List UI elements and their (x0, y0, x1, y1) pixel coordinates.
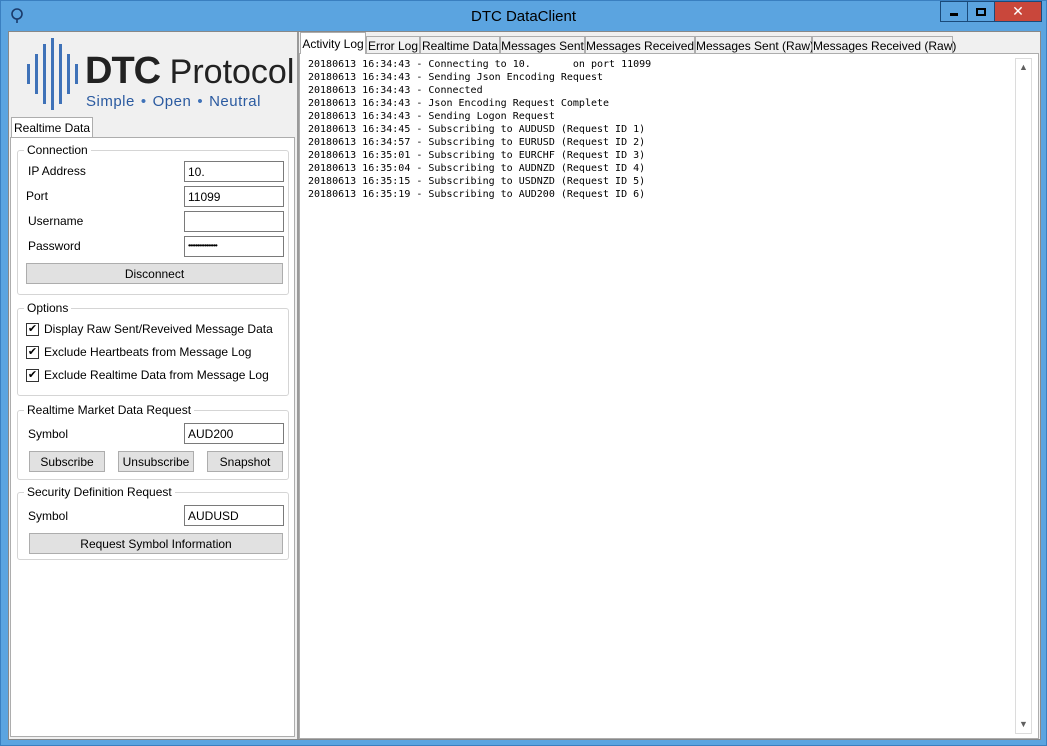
option-exclude-heartbeats[interactable]: ✔ Exclude Heartbeats from Message Log (26, 345, 251, 359)
options-group: Options ✔ Display Raw Sent/Reveived Mess… (17, 301, 289, 396)
scroll-down-icon[interactable]: ▼ (1016, 716, 1031, 733)
client-area: DTC Protocol Simple • Open • Neutral Realtim… (8, 31, 1041, 740)
option-label: Display Raw Sent/Reveived Message Data (44, 322, 273, 336)
checkbox-exclude-realtime[interactable]: ✔ (26, 368, 39, 382)
log-scrollbar[interactable]: ▲ ▼ (1015, 58, 1032, 734)
option-label: Exclude Realtime Data from Message Log (44, 368, 269, 382)
tab-realtime-data-left[interactable]: Realtime Data (11, 117, 93, 138)
checkmark-icon: ✔ (27, 345, 38, 358)
symbol-label: Symbol (28, 427, 69, 441)
option-exclude-realtime[interactable]: ✔ Exclude Realtime Data from Message Log (26, 368, 269, 382)
port-input[interactable]: 11099 (184, 186, 284, 207)
password-label: Password (28, 239, 81, 253)
password-input[interactable]: •••••••••••••••• (184, 236, 284, 257)
option-label: Exclude Heartbeats from Message Log (44, 345, 252, 359)
window-title: DTC DataClient (470, 8, 577, 25)
log-line: 20180613 16:34:43 - Json Encoding Reques… (308, 98, 610, 109)
activity-log-text[interactable]: 20180613 16:34:43 - Connecting to 10. on… (308, 58, 651, 201)
request-symbol-information-button[interactable]: Request Symbol Information (29, 533, 283, 554)
activity-log-panel: 20180613 16:34:43 - Connecting to 10. on… (299, 53, 1039, 739)
log-line: 20180613 16:35:04 - Subscribing to AUDNZ… (308, 163, 646, 174)
checkbox-exclude-heartbeats[interactable]: ✔ (26, 345, 39, 359)
checkmark-icon: ✔ (27, 368, 38, 381)
checkmark-icon: ✔ (27, 322, 38, 335)
security-definition-legend: Security Definition Request (24, 485, 175, 499)
tab-messages-received[interactable]: Messages Received (585, 36, 695, 54)
title-bar[interactable]: DTC DataClient ✕ (1, 1, 1046, 31)
close-icon: ✕ (1012, 3, 1024, 19)
log-line: 20180613 16:35:19 - Subscribing to AUD20… (308, 189, 646, 200)
right-panel: Activity Log Error Log Realtime Data Mes… (299, 32, 1040, 739)
connection-group: Connection IP Address 10. Port 11099 Use… (17, 143, 289, 295)
tab-messages-received-raw[interactable]: Messages Received (Raw) (812, 36, 956, 54)
ip-address-label: IP Address (28, 164, 86, 178)
maximize-button[interactable] (967, 1, 995, 22)
market-symbol-input[interactable]: AUD200 (184, 423, 284, 444)
realtime-data-tab-panel: Connection IP Address 10. Port 11099 Use… (10, 137, 295, 737)
log-line: 20180613 16:34:43 - Sending Logon Reques… (308, 111, 555, 122)
log-line: 20180613 16:34:43 - Connecting to 10. on… (308, 59, 652, 70)
tab-activity-log[interactable]: Activity Log (300, 32, 366, 54)
left-panel: DTC Protocol Simple • Open • Neutral Realtim… (9, 32, 297, 739)
log-line: 20180613 16:35:15 - Subscribing to USDNZ… (308, 176, 646, 187)
tab-messages-sent[interactable]: Messages Sent (500, 36, 585, 54)
tab-messages-sent-raw[interactable]: Messages Sent (Raw) (695, 36, 814, 54)
log-line: 20180613 16:34:43 - Sending Json Encodin… (308, 72, 604, 83)
tab-error-log[interactable]: Error Log (366, 36, 420, 54)
subscribe-button[interactable]: Subscribe (29, 451, 105, 472)
symbol-label: Symbol (28, 509, 69, 523)
logo-wordmark: DTC Protocol (85, 50, 295, 92)
maximize-icon (976, 7, 986, 16)
port-label: Port (26, 189, 49, 203)
username-label: Username (28, 214, 84, 228)
log-tab-strip: Activity Log Error Log Realtime Data Mes… (299, 32, 1040, 54)
ip-address-input[interactable]: 10. (184, 161, 284, 182)
log-line: 20180613 16:34:57 - Subscribing to EURUS… (308, 137, 646, 148)
market-data-group: Realtime Market Data Request Symbol AUD2… (17, 403, 289, 480)
app-window: DTC DataClient ✕ DTC Protocol Simple • Ope (0, 0, 1047, 746)
logo-bars-icon (25, 38, 79, 110)
log-line: 20180613 16:34:45 - Subscribing to AUDUS… (308, 124, 646, 135)
security-definition-group: Security Definition Request Symbol AUDUS… (17, 485, 289, 560)
connection-legend: Connection (24, 143, 91, 157)
checkbox-display-raw[interactable]: ✔ (26, 322, 39, 336)
unsubscribe-button[interactable]: Unsubscribe (118, 451, 194, 472)
scroll-up-icon[interactable]: ▲ (1016, 59, 1031, 76)
minimize-icon (950, 13, 958, 16)
username-input[interactable] (184, 211, 284, 232)
tab-realtime-data[interactable]: Realtime Data (420, 36, 500, 54)
logo-tagline: Simple • Open • Neutral (86, 93, 261, 110)
disconnect-button[interactable]: Disconnect (26, 263, 283, 284)
minimize-button[interactable] (940, 1, 968, 22)
snapshot-button[interactable]: Snapshot (207, 451, 283, 472)
log-line: 20180613 16:35:01 - Subscribing to EURCH… (308, 150, 646, 161)
security-symbol-input[interactable]: AUDUSD (184, 505, 284, 526)
log-line: 20180613 16:34:43 - Connected (308, 85, 483, 96)
market-data-legend: Realtime Market Data Request (24, 403, 195, 417)
window-controls: ✕ (940, 1, 1042, 23)
option-display-raw[interactable]: ✔ Display Raw Sent/Reveived Message Data (26, 322, 273, 336)
close-button[interactable]: ✕ (994, 1, 1042, 22)
dtc-logo: DTC Protocol Simple • Open • Neutral (25, 38, 294, 110)
options-legend: Options (24, 301, 72, 315)
